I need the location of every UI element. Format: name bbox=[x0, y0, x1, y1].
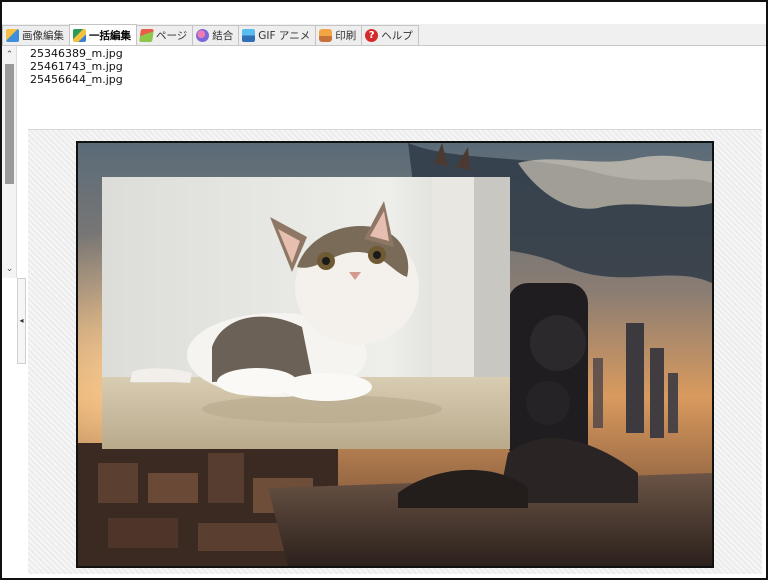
tab-label: ヘルプ bbox=[381, 30, 413, 42]
tab-label: 画像編集 bbox=[22, 30, 64, 42]
tab-image-edit[interactable]: 画像編集 bbox=[2, 25, 70, 45]
file-list-scrollbar[interactable]: ⌃ ⌄ bbox=[2, 46, 17, 278]
page-icon bbox=[139, 29, 154, 42]
tab-batch-edit[interactable]: 一括編集 bbox=[69, 24, 137, 45]
tab-label: 結合 bbox=[212, 30, 234, 42]
preview-area bbox=[28, 129, 762, 574]
top-strip bbox=[2, 2, 766, 24]
file-list: 25346389_m.jpg 25461743_m.jpg 25456644_m… bbox=[28, 46, 760, 128]
scrollbar-thumb[interactable] bbox=[5, 64, 14, 184]
panel-splitter-handle[interactable]: ◂ bbox=[17, 278, 26, 364]
tab-combine[interactable]: 結合 bbox=[192, 25, 240, 45]
file-list-item[interactable]: 25346389_m.jpg bbox=[28, 47, 760, 60]
print-icon bbox=[319, 29, 333, 42]
image-edit-icon bbox=[6, 29, 19, 42]
overlay-image[interactable] bbox=[102, 177, 510, 449]
help-icon: ? bbox=[365, 29, 379, 42]
file-list-item[interactable]: 25461743_m.jpg bbox=[28, 60, 760, 73]
preview-canvas bbox=[76, 141, 714, 568]
tab-help[interactable]: ? ヘルプ bbox=[361, 25, 419, 45]
tab-bar: 画像編集 一括編集 ページ 結合 GIF アニメ 印刷 ? ヘルプ bbox=[2, 24, 766, 46]
tab-print[interactable]: 印刷 bbox=[315, 25, 363, 45]
file-list-item[interactable]: 25456644_m.jpg bbox=[28, 73, 760, 86]
tab-gif-animation[interactable]: GIF アニメ bbox=[238, 25, 317, 45]
combine-icon bbox=[196, 29, 210, 42]
collapse-arrow-icon[interactable]: ◂ bbox=[19, 316, 23, 325]
tab-label: ページ bbox=[156, 30, 188, 42]
cat-photo bbox=[102, 177, 510, 449]
tab-page[interactable]: ページ bbox=[136, 25, 194, 45]
gif-animation-icon bbox=[242, 29, 256, 42]
scroll-down-icon[interactable]: ⌄ bbox=[2, 262, 17, 276]
scroll-up-icon[interactable]: ⌃ bbox=[2, 48, 17, 62]
tab-label: GIF アニメ bbox=[258, 30, 311, 42]
batch-edit-icon bbox=[73, 28, 86, 42]
tab-label: 印刷 bbox=[335, 30, 357, 42]
tab-label: 一括編集 bbox=[89, 29, 131, 42]
